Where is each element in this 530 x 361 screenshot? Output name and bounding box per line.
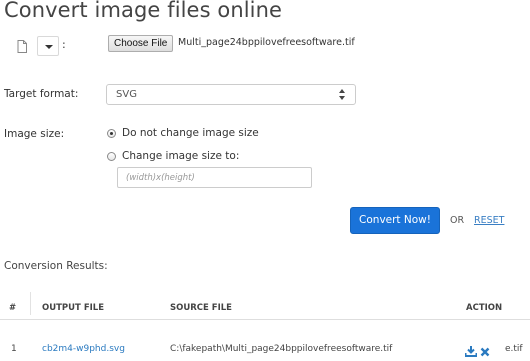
image-size-label: Image size: — [4, 128, 65, 140]
dropdown-toggle-button[interactable] — [37, 36, 59, 56]
delete-icon[interactable] — [480, 342, 490, 361]
keep-size-label[interactable]: Do not change image size — [122, 127, 259, 139]
image-size-input[interactable]: (width)x(height) — [117, 167, 312, 188]
target-format-select[interactable]: SVG — [106, 84, 356, 105]
file-icon — [10, 40, 34, 53]
choose-file-button[interactable]: Choose File — [108, 35, 174, 52]
convert-now-button[interactable]: Convert Now! — [350, 207, 440, 234]
column-header-source-file: SOURCE FILE — [170, 303, 232, 313]
column-header-number: # — [9, 303, 17, 313]
reset-link[interactable]: RESET — [474, 215, 504, 226]
file-menu-button[interactable] — [10, 37, 34, 57]
page-title: Convert image files online — [4, 0, 283, 22]
download-icon[interactable] — [464, 342, 478, 361]
header-separator — [30, 292, 31, 315]
results-title: Conversion Results: — [4, 260, 108, 272]
file-extension: e.tif — [505, 344, 523, 354]
change-size-radio[interactable] — [107, 152, 116, 161]
target-format-label: Target format: — [4, 88, 79, 100]
or-text: OR — [450, 215, 465, 226]
row-number: 1 — [11, 344, 17, 354]
output-file-link[interactable]: cb2m4-w9phd.svg — [42, 344, 125, 354]
column-header-action: ACTION — [466, 303, 503, 313]
select-arrows-icon — [338, 88, 346, 101]
column-header-output-file: OUTPUT FILE — [42, 303, 105, 313]
change-size-label[interactable]: Change image size to: — [122, 150, 239, 162]
chosen-file-name: Multi_page24bppilovefreesoftware.tif — [178, 37, 355, 48]
chevron-down-icon — [45, 45, 53, 49]
toolbar-colon: : — [62, 38, 66, 51]
keep-size-radio[interactable] — [107, 129, 116, 138]
table-header-divider — [0, 319, 530, 320]
source-file-path: C:\fakepath\Multi_page24bppilovefreesoft… — [170, 344, 393, 354]
image-size-placeholder: (width)x(height) — [126, 173, 195, 183]
target-format-value: SVG — [116, 89, 137, 100]
